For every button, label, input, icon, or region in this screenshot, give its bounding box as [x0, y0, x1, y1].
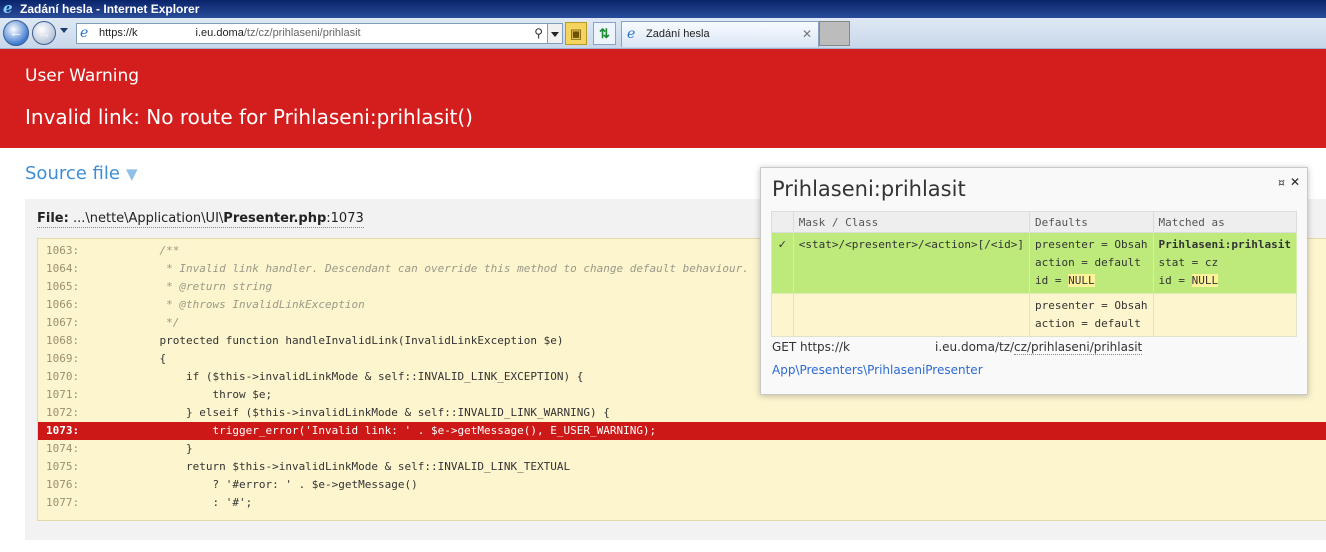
ie-logo-icon: e	[3, 0, 13, 17]
line-number: 1070:	[46, 370, 80, 383]
window-title: Zadání hesla - Internet Explorer	[20, 2, 200, 16]
compatibility-refresh-icon[interactable]: ⇅	[593, 22, 616, 45]
line-number: 1068:	[46, 334, 80, 347]
address-bar[interactable]: e https://k i.eu.doma/tz/cz/prihlaseni/pr…	[76, 23, 548, 44]
line-number: 1072:	[46, 406, 80, 419]
route-mask: <stat>/<presenter>/<action>[/<id>]	[792, 232, 1030, 294]
error-message: Invalid link: No route for Prihlaseni:pr…	[25, 105, 473, 129]
search-icon[interactable]: ⚲	[534, 24, 543, 43]
route-defaults: presenter = Obsah action = default	[1028, 293, 1154, 337]
line-number: 1074:	[46, 442, 80, 455]
line-number: 1071:	[46, 388, 80, 401]
new-tab-button[interactable]	[819, 21, 850, 46]
close-icon[interactable]: ✕	[1290, 175, 1300, 189]
window-titlebar: e Zadání hesla - Internet Explorer	[0, 0, 1326, 18]
line-source: * Invalid link handler. Descendant can o…	[133, 262, 749, 275]
error-header: User Warning Invalid link: No route for …	[0, 49, 1326, 148]
route-defaults: presenter = Obsah action = default id = NU…	[1028, 232, 1154, 294]
tab-close-icon[interactable]: ✕	[802, 22, 812, 47]
line-number: 1065:	[46, 280, 80, 293]
line-number: 1063:	[46, 244, 80, 257]
history-dropdown-icon[interactable]	[60, 28, 68, 33]
code-line: 1072: } elseif ($this->invalidLinkMode &…	[38, 404, 1326, 422]
col-header-mask: Mask / Class	[792, 211, 1030, 233]
routes-header-row: Mask / Class Defaults Matched as	[771, 211, 1298, 233]
col-header-defaults: Defaults	[1028, 211, 1154, 233]
line-number: 1069:	[46, 352, 80, 365]
line-source: }	[133, 442, 193, 455]
routes-table: Mask / Class Defaults Matched as ✓ <stat…	[771, 211, 1298, 337]
route-row: presenter = Obsah action = default	[771, 293, 1298, 337]
line-number: 1073:	[46, 424, 80, 437]
routing-title: Prihlaseni:prihlasit	[772, 177, 966, 201]
route-check	[771, 293, 794, 337]
address-dropdown-button[interactable]	[547, 23, 563, 44]
line-number: 1077:	[46, 496, 80, 509]
source-file-heading: Source file	[25, 163, 120, 184]
line-source: ? '#error: ' . $e->getMessage()	[133, 478, 418, 491]
line-source: * @throws InvalidLinkException	[133, 298, 365, 311]
pin-icon[interactable]: ¤	[1278, 176, 1285, 189]
line-number: 1066:	[46, 298, 80, 311]
tab-zadani-hesla[interactable]: e Zadání hesla ✕	[621, 21, 819, 47]
route-matched	[1152, 293, 1298, 337]
line-source: if ($this->invalidLinkMode & self::INVAL…	[133, 370, 584, 383]
browser-toolbar: ← → e https://k i.eu.doma/tz/cz/prihlasen…	[0, 18, 1326, 49]
source-file-toggle[interactable]: Source file ▼	[25, 163, 138, 184]
route-row-matched: ✓ <stat>/<presenter>/<action>[/<id>] pre…	[771, 232, 1298, 294]
line-number: 1064:	[46, 262, 80, 275]
presenter-link[interactable]: App\Presenters\PrihlaseniPresenter	[772, 363, 983, 377]
error-type: User Warning	[25, 66, 140, 86]
line-source: */	[133, 316, 180, 329]
address-url[interactable]: https://k i.eu.doma/tz/cz/prihlaseni/prih…	[99, 24, 361, 43]
line-source: throw $e;	[133, 388, 273, 401]
request-url: GET https://k i.eu.doma/tz/cz/prihlaseni/…	[772, 340, 1143, 355]
line-number: 1076:	[46, 478, 80, 491]
code-line: 1075: return $this->invalidLinkMode & se…	[38, 458, 1326, 476]
page-icon: e	[80, 25, 89, 41]
line-source: : '#';	[133, 496, 253, 509]
route-matched: Prihlaseni:prihlasit stat = cz id = NULL	[1152, 232, 1298, 294]
code-line: 1074: }	[38, 440, 1326, 458]
code-line: 1073: trigger_error('Invalid link: ' . $…	[38, 422, 1326, 440]
line-source: return $this->invalidLinkMode & self::IN…	[133, 460, 571, 473]
col-header-check	[771, 211, 794, 233]
file-path[interactable]: File: ...\nette\Application\UI\Presenter…	[37, 211, 364, 228]
col-header-matched: Matched as	[1152, 211, 1298, 233]
triangle-down-icon: ▼	[125, 165, 138, 183]
line-number: 1075:	[46, 460, 80, 473]
line-source: protected function handleInvalidLink(Inv…	[133, 334, 564, 347]
tab-label: Zadání hesla	[646, 28, 710, 40]
line-source: } elseif ($this->invalidLinkMode & self:…	[133, 406, 610, 419]
forward-button[interactable]: →	[32, 21, 56, 45]
matched-check-icon: ✓	[771, 232, 794, 294]
lock-icon[interactable]: ▣	[565, 22, 587, 45]
code-line: 1077: : '#';	[38, 494, 1326, 512]
line-source: trigger_error('Invalid link: ' . $e->get…	[133, 424, 657, 437]
tab-page-icon: e	[627, 26, 636, 42]
line-source: * @return string	[133, 280, 273, 293]
route-mask	[792, 293, 1030, 337]
line-source: /**	[133, 244, 180, 257]
back-button[interactable]: ←	[3, 20, 29, 46]
code-line: 1076: ? '#error: ' . $e->getMessage()	[38, 476, 1326, 494]
routing-panel: Prihlaseni:prihlasit ¤ ✕ Mask / Class De…	[760, 167, 1308, 395]
line-source: {	[133, 352, 167, 365]
line-number: 1067:	[46, 316, 80, 329]
